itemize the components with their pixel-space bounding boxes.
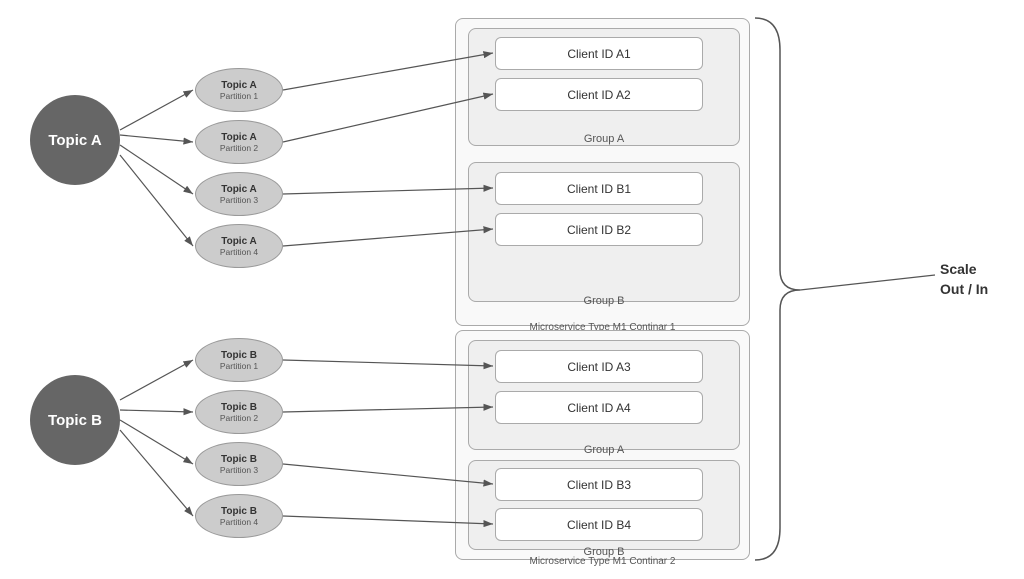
topic-a-label: Topic A <box>48 132 101 149</box>
partition-a3: Topic A Partition 3 <box>195 172 283 216</box>
partition-a2: Topic A Partition 2 <box>195 120 283 164</box>
client-b2-box: Client ID B2 <box>495 213 703 246</box>
client-a4-box: Client ID A4 <box>495 391 703 424</box>
client-b4-box: Client ID B4 <box>495 508 703 541</box>
group-a1-label: Group A <box>468 133 740 145</box>
topic-b-circle: Topic B <box>30 375 120 465</box>
topic-a-circle: Topic A <box>30 95 120 185</box>
partition-b3: Topic B Partition 3 <box>195 442 283 486</box>
scale-label: Scale Out / In <box>940 260 988 299</box>
diagram: Topic A Topic B Topic A Partition 1 Topi… <box>0 0 1024 579</box>
partition-b1: Topic B Partition 1 <box>195 338 283 382</box>
partition-b4: Topic B Partition 4 <box>195 494 283 538</box>
client-a2-box: Client ID A2 <box>495 78 703 111</box>
client-a3-box: Client ID A3 <box>495 350 703 383</box>
group-b2-label: Group B <box>468 546 740 558</box>
group-a2-label: Group A <box>468 444 740 456</box>
client-b1-box: Client ID B1 <box>495 172 703 205</box>
topic-b-label: Topic B <box>48 412 102 429</box>
partition-a4: Topic A Partition 4 <box>195 224 283 268</box>
client-a1-box: Client ID A1 <box>495 37 703 70</box>
client-b3-box: Client ID B3 <box>495 468 703 501</box>
partition-a1: Topic A Partition 1 <box>195 68 283 112</box>
group-b1-label: Group B <box>468 295 740 307</box>
partition-b2: Topic B Partition 2 <box>195 390 283 434</box>
